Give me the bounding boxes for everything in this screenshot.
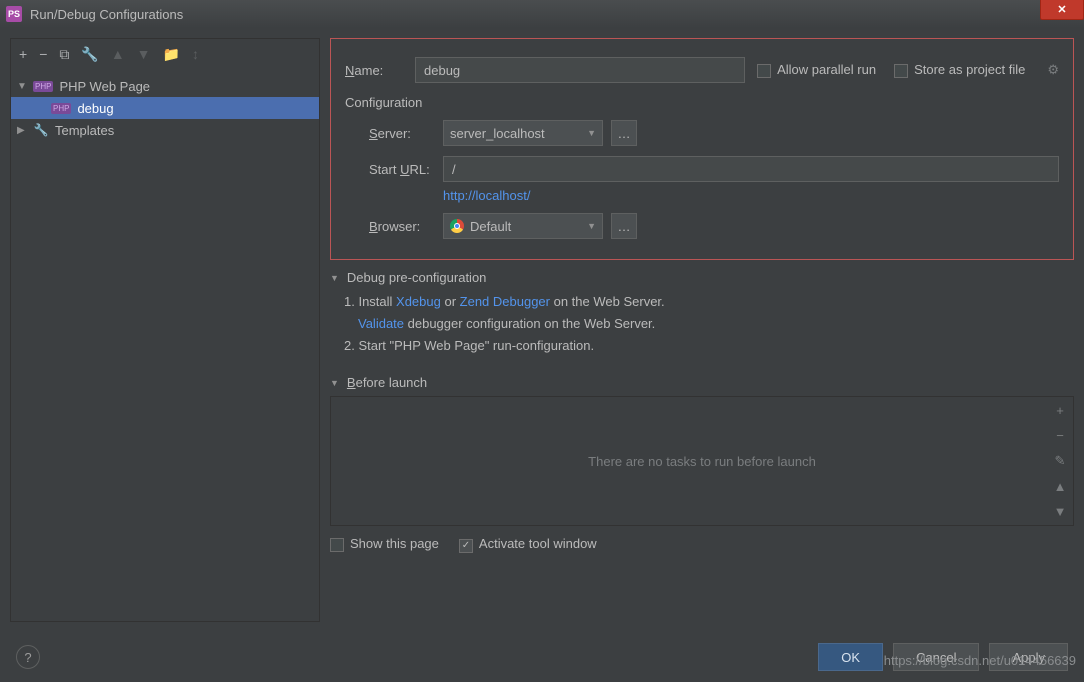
validate-link[interactable]: Validate (358, 316, 404, 331)
browser-browse-button[interactable]: … (611, 213, 637, 239)
sidebar-toolbar: + − ⧉ 🔧 ▲ ▼ 📁 ↕ (11, 39, 319, 69)
show-this-page-checkbox[interactable]: Show this page (330, 536, 439, 552)
before-launch-list: There are no tasks to run before launch … (330, 396, 1074, 526)
move-up-icon[interactable]: ▲ (1054, 479, 1067, 494)
chevron-down-icon: ▼ (587, 221, 596, 231)
preconfig-toggle[interactable]: ▼ Debug pre-configuration (330, 270, 1074, 285)
add-task-icon[interactable]: + (1056, 403, 1064, 418)
config-tree: ▼ PHP PHP Web Page PHP debug ▶ 🔧 Templat… (11, 69, 319, 621)
sidebar: + − ⧉ 🔧 ▲ ▼ 📁 ↕ ▼ PHP PHP Web Page PHP d… (10, 38, 320, 622)
window-title: Run/Debug Configurations (30, 7, 183, 22)
tree-group-label: Templates (55, 123, 114, 138)
main-panel: Name: Allow parallel run Store as projec… (330, 38, 1074, 622)
tree-group-php-web-page[interactable]: ▼ PHP PHP Web Page (11, 75, 319, 97)
up-icon[interactable]: ▲ (111, 46, 125, 62)
wrench-icon[interactable]: 🔧 (81, 46, 98, 63)
titlebar: PS Run/Debug Configurations ✕ (0, 0, 1084, 28)
server-combo[interactable]: server_localhost ▼ (443, 120, 603, 146)
close-button[interactable]: ✕ (1040, 0, 1084, 20)
php-icon: PHP (51, 103, 71, 114)
server-value: server_localhost (450, 126, 545, 141)
php-icon: PHP (33, 81, 53, 92)
apply-button[interactable]: Apply (989, 643, 1068, 671)
chevron-down-icon: ▼ (587, 128, 596, 138)
activate-tool-window-checkbox[interactable]: ✓Activate tool window (459, 536, 597, 553)
name-label: Name: (345, 63, 415, 78)
highlighted-region: Name: Allow parallel run Store as projec… (330, 38, 1074, 260)
add-icon[interactable]: + (19, 46, 27, 62)
tree-item-debug[interactable]: PHP debug (11, 97, 319, 119)
remove-task-icon[interactable]: − (1056, 428, 1064, 443)
wrench-icon: 🔧 (33, 123, 49, 137)
starturl-input[interactable] (443, 156, 1059, 182)
resolved-url-link[interactable]: http://localhost/ (443, 188, 530, 203)
ok-button[interactable]: OK (818, 643, 883, 671)
move-down-icon[interactable]: ▼ (1054, 504, 1067, 519)
server-browse-button[interactable]: … (611, 120, 637, 146)
edit-task-icon[interactable]: ✎ (1055, 453, 1066, 469)
allow-parallel-checkbox[interactable]: Allow parallel run (757, 62, 876, 78)
collapse-arrow-icon: ▼ (330, 273, 339, 283)
gear-icon[interactable]: ⚙ (1047, 62, 1059, 78)
preconfig-title: Debug pre-configuration (347, 270, 486, 285)
zend-link[interactable]: Zend Debugger (460, 294, 550, 309)
store-project-checkbox[interactable]: Store as project file (894, 62, 1025, 78)
xdebug-link[interactable]: Xdebug (396, 294, 441, 309)
name-input[interactable] (415, 57, 745, 83)
preconfig-step2: 2. Start "PHP Web Page" run-configuratio… (344, 335, 1074, 357)
cancel-button[interactable]: Cancel (893, 643, 979, 671)
before-launch-toggle[interactable]: ▼ Before launch (330, 375, 1074, 390)
remove-icon[interactable]: − (39, 46, 47, 62)
expand-arrow-icon: ▶ (17, 125, 27, 136)
tree-group-label: PHP Web Page (59, 79, 150, 94)
browser-combo[interactable]: Default ▼ (443, 213, 603, 239)
before-launch-empty: There are no tasks to run before launch (588, 454, 816, 469)
browser-value: Default (470, 219, 511, 234)
collapse-arrow-icon: ▼ (17, 81, 27, 92)
preconfig-steps: 1. Install Xdebug or Zend Debugger on th… (330, 291, 1074, 357)
copy-icon[interactable]: ⧉ (59, 46, 69, 63)
tree-group-templates[interactable]: ▶ 🔧 Templates (11, 119, 319, 141)
configuration-heading: Configuration (345, 95, 1059, 110)
phpstorm-icon: PS (6, 6, 22, 22)
dialog-footer: ? OK Cancel Apply (0, 632, 1084, 682)
server-label: Server: (369, 126, 443, 141)
browser-label: Browser: (369, 219, 443, 234)
collapse-arrow-icon: ▼ (330, 378, 339, 388)
help-button[interactable]: ? (16, 645, 40, 669)
tree-item-label: debug (77, 101, 113, 116)
starturl-label: Start URL: (369, 162, 443, 177)
folder-icon[interactable]: 📁 (163, 46, 180, 63)
chrome-icon (450, 219, 464, 233)
sort-icon[interactable]: ↕ (192, 46, 199, 62)
down-icon[interactable]: ▼ (137, 46, 151, 62)
